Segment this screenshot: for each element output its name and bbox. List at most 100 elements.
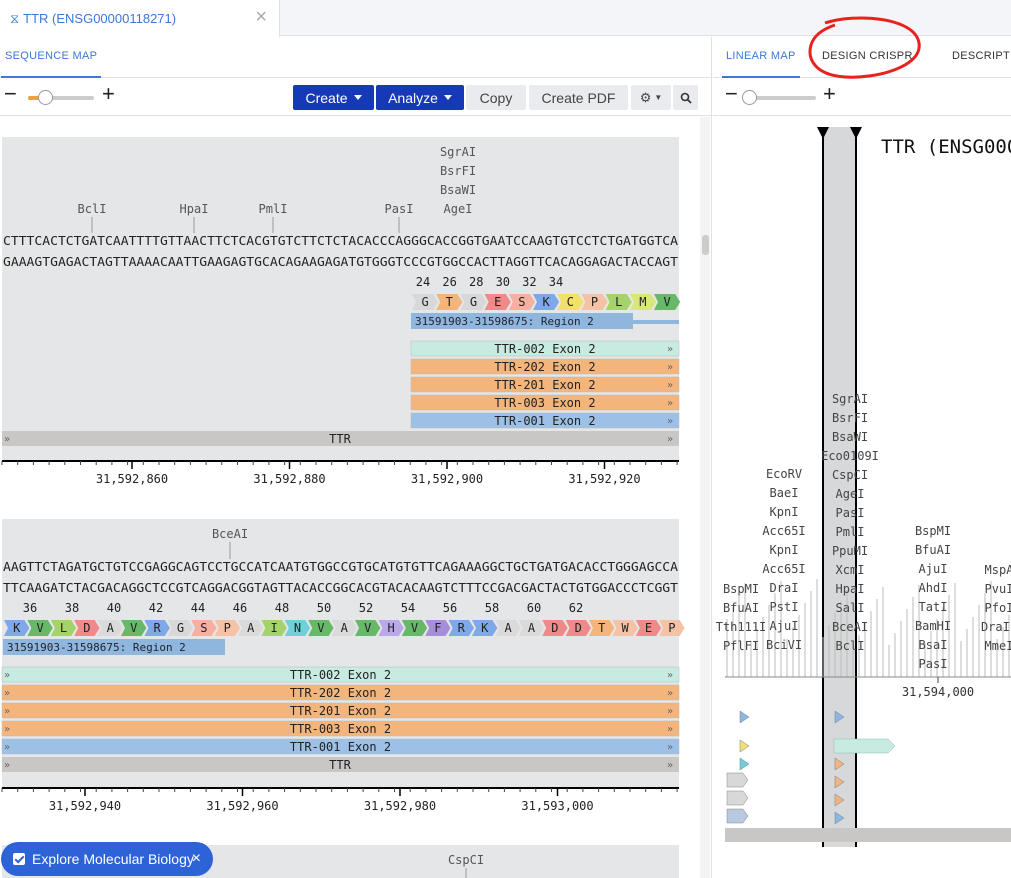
map-enzyme-label[interactable]: PasI: [836, 506, 865, 520]
explore-molecular-biology-banner[interactable]: Explore Molecular Biology ×: [1, 842, 213, 876]
map-exon-feature[interactable]: [833, 738, 896, 754]
map-enzyme-label[interactable]: BfuAI: [723, 601, 759, 615]
amino-acid-letter: S: [518, 295, 525, 309]
create-button[interactable]: Create: [293, 85, 374, 110]
map-enzyme-label[interactable]: PpuMI: [832, 544, 868, 558]
map-enzyme-label[interactable]: BciVI: [766, 638, 802, 652]
amino-acid-letter: E: [494, 295, 501, 309]
map-enzyme-label[interactable]: AhdI: [919, 581, 948, 595]
direction-arrows-icon: »: [667, 706, 673, 717]
enzyme-label[interactable]: HpaI: [180, 202, 209, 216]
direction-arrows-icon: »: [667, 742, 673, 753]
map-enzyme-label[interactable]: HpaI: [836, 582, 865, 596]
map-enzyme-label[interactable]: BclI: [836, 639, 865, 653]
map-enzyme-label[interactable]: PflFI: [723, 639, 759, 653]
zoom-in-icon[interactable]: +: [102, 83, 115, 105]
scrollbar-thumb[interactable]: [702, 235, 709, 255]
enzyme-label[interactable]: BsaWI: [440, 183, 476, 197]
map-enzyme-label[interactable]: BaeI: [770, 486, 799, 500]
map-zoom-slider[interactable]: [742, 90, 816, 105]
map-feature-arrow[interactable]: [726, 790, 749, 806]
create-pdf-button[interactable]: Create PDF: [529, 85, 628, 110]
enzyme-label[interactable]: PasI: [385, 202, 414, 216]
map-enzyme-label[interactable]: BsaWI: [832, 430, 868, 444]
zoom-out-icon[interactable]: −: [4, 83, 17, 105]
amino-acid-letter: A: [107, 621, 115, 635]
map-enzyme-label[interactable]: SgrAI: [832, 392, 868, 406]
ruler-coordinate: 31,592,980: [364, 799, 436, 813]
map-enzyme-label[interactable]: KpnI: [770, 505, 799, 519]
map-enzyme-label[interactable]: BsrFI: [832, 411, 868, 425]
linear-map-canvas: TTR (ENSG000 SgrAI BsrFI BsaWI Eco0109I CspC…: [716, 127, 1011, 847]
tab-linear-map[interactable]: LINEAR MAP: [722, 50, 800, 78]
map-enzyme-label[interactable]: BceAI: [832, 620, 868, 634]
dna-sequence-top[interactable]: AAGTTCTAGATGCTGTCCGAGGCAGTCCTGCCATCAATGT…: [3, 560, 679, 574]
map-enzyme-label[interactable]: Tth111I: [716, 620, 767, 634]
map-enzyme-label[interactable]: BspMI: [723, 582, 759, 596]
zoom-out-icon[interactable]: −: [725, 83, 738, 105]
search-button[interactable]: [673, 85, 698, 110]
gene-bar[interactable]: [725, 828, 1011, 842]
map-enzyme-label[interactable]: XcmI: [836, 563, 865, 577]
map-enzyme-label[interactable]: BspMI: [915, 524, 951, 538]
map-enzyme-label[interactable]: PasI: [919, 657, 948, 671]
enzyme-label[interactable]: PmlI: [259, 202, 288, 216]
dna-sequence-bottom[interactable]: TTCAAGATCTACGACAGGCTCCGTCAGGACGGTAGTTACA…: [3, 581, 678, 595]
enzyme-label[interactable]: BclI: [78, 202, 107, 216]
banner-label: Explore Molecular Biology: [32, 851, 194, 867]
map-enzyme-label[interactable]: BfuAI: [915, 543, 951, 557]
map-enzyme-label[interactable]: DraII: [981, 620, 1011, 634]
tab-description[interactable]: DESCRIPTI: [952, 50, 1011, 62]
amino-acid-letter: A: [341, 621, 349, 635]
map-enzyme-label[interactable]: Eco0109I: [821, 449, 879, 463]
ruler-coordinate: 31,592,860: [96, 472, 168, 486]
map-enzyme-label[interactable]: PmlI: [836, 525, 865, 539]
map-enzyme-label[interactable]: MmeI: [985, 639, 1011, 653]
map-enzyme-label[interactable]: EcoRV: [766, 467, 802, 481]
map-enzyme-label[interactable]: AgeI: [836, 487, 865, 501]
map-enzyme-label[interactable]: Acc65I: [762, 562, 805, 576]
map-enzyme-label[interactable]: DraI: [770, 581, 799, 595]
amino-acid-number: 34: [549, 275, 563, 289]
map-enzyme-label[interactable]: KpnI: [770, 543, 799, 557]
map-enzyme-label[interactable]: Acc65I: [762, 524, 805, 538]
dna-sequence-top[interactable]: CTTTCACTCTGATCAATTTTGTTAACTTCTCACGTGTCTT…: [3, 234, 679, 248]
copy-button[interactable]: Copy: [466, 85, 526, 110]
enzyme-label[interactable]: BceAI: [212, 527, 248, 541]
document-tab[interactable]: ⧖ TTR (ENSG00000118271) ×: [0, 0, 280, 37]
zoom-slider[interactable]: [28, 90, 94, 105]
map-enzyme-label[interactable]: TatI: [919, 600, 948, 614]
map-enzyme-label[interactable]: AjuI: [919, 562, 948, 576]
enzyme-label[interactable]: BsrFI: [440, 164, 476, 178]
enzyme-label[interactable]: AgeI: [444, 202, 473, 216]
dna-sequence-bottom[interactable]: GAAAGTGAGACTAGTTAAAACAATTGAAGAGTGCACAGAA…: [3, 255, 678, 269]
map-feature-arrow[interactable]: [726, 772, 749, 788]
map-enzyme-label[interactable]: CspCI: [832, 468, 868, 482]
enzyme-label[interactable]: CspCI: [448, 853, 484, 867]
tab-sequence-map[interactable]: SEQUENCE MAP: [0, 50, 102, 78]
chevron-down-icon: ▼: [654, 93, 663, 102]
close-icon[interactable]: ×: [192, 850, 201, 868]
close-tab-icon[interactable]: ×: [255, 7, 267, 27]
zoom-in-icon[interactable]: +: [823, 83, 836, 105]
map-enzyme-label[interactable]: PvuI: [985, 582, 1011, 596]
map-feature-arrow[interactable]: [739, 739, 750, 753]
map-enzyme-label[interactable]: AjuI: [770, 619, 799, 633]
enzyme-label[interactable]: SgrAI: [440, 145, 476, 159]
sequence-scrollbar[interactable]: [700, 117, 710, 878]
map-feature-arrow[interactable]: [739, 757, 750, 771]
map-enzyme-label[interactable]: SalI: [836, 601, 865, 615]
map-enzyme-label[interactable]: PstI: [770, 600, 799, 614]
amino-acid-number: 60: [527, 601, 541, 615]
amino-acid-letter: E: [645, 621, 652, 635]
analyze-button[interactable]: Analyze: [376, 85, 464, 110]
map-feature-arrow[interactable]: [726, 808, 749, 824]
map-enzyme-label[interactable]: BsaI: [919, 638, 948, 652]
map-enzyme-label[interactable]: PfoI: [985, 601, 1011, 615]
amino-acid-letter: P: [224, 621, 231, 635]
map-enzyme-label[interactable]: MspA: [985, 563, 1011, 577]
map-feature-arrow[interactable]: [739, 710, 750, 724]
map-enzyme-label[interactable]: BamHI: [915, 619, 951, 633]
settings-button[interactable]: ⚙ ▼: [631, 85, 671, 110]
ruler-coordinate: 31,592,880: [253, 472, 325, 486]
